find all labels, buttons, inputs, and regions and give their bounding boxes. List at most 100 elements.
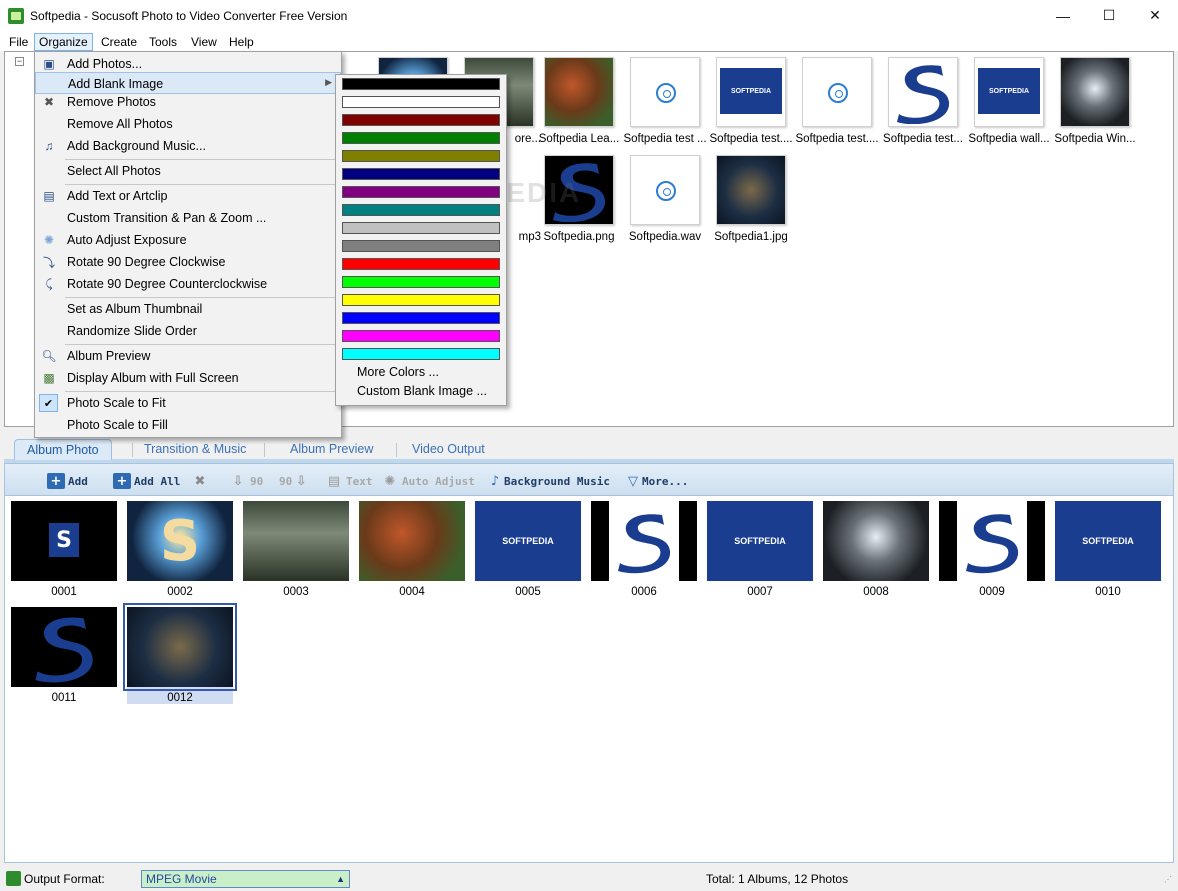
menu-custom-transition[interactable]: Custom Transition & Pan & Zoom ... — [35, 207, 341, 229]
slide-number: 0007 — [747, 586, 773, 598]
color-swatch[interactable] — [342, 96, 500, 108]
menu-add-background-music[interactable]: ♫ Add Background Music... — [35, 135, 341, 157]
color-swatch[interactable] — [342, 294, 500, 306]
menu-rotate-ccw[interactable]: ⤹ Rotate 90 Degree Counterclockwise — [35, 273, 341, 295]
menu-help[interactable]: Help — [224, 33, 259, 51]
status-total: Total: 1 Albums, 12 Photos — [706, 872, 849, 886]
slide-item[interactable]: SOFTPEDIA 0010 — [1055, 501, 1161, 598]
add-photo-icon: ▣ — [43, 57, 55, 71]
menu-select-all-photos[interactable]: Select All Photos — [35, 160, 341, 182]
file-name: Softpedia wall... — [968, 133, 1050, 145]
color-swatch[interactable] — [342, 132, 500, 144]
menu-display-full-screen[interactable]: ▩ Display Album with Full Screen — [35, 367, 341, 389]
remove-icon: ✖ — [43, 95, 55, 109]
s-logo-icon: S — [159, 508, 201, 574]
color-swatch[interactable] — [342, 222, 500, 234]
menu-album-preview[interactable]: 🔍︎ Album Preview — [35, 345, 341, 367]
slide-item[interactable]: 0008 — [823, 501, 929, 598]
dropdown-arrow-icon: ▲ — [336, 874, 345, 884]
file-thumbnail: SOFTPEDIA — [716, 57, 786, 127]
add-button[interactable]: + Add — [47, 471, 88, 491]
color-swatch[interactable] — [342, 168, 500, 180]
tab-album-photo[interactable]: Album Photo — [14, 439, 112, 460]
menu-add-text-artclip[interactable]: ▤ Add Text or Artclip — [35, 185, 341, 207]
file-tile[interactable]: SOFTPEDIA Softpedia wall... — [967, 57, 1051, 145]
tab-separator — [264, 443, 265, 457]
output-format-icon — [6, 871, 21, 886]
rotate-ccw-button[interactable]: ⇩ 90 — [229, 471, 264, 491]
file-tile[interactable]: Softpedia1.jpg — [709, 155, 793, 243]
menu-randomize-slide-order[interactable]: Randomize Slide Order — [35, 320, 341, 342]
text-button[interactable]: ▤ Text — [325, 471, 373, 491]
menu-view[interactable]: View — [186, 33, 222, 51]
music-note-icon: ♫ — [44, 139, 54, 153]
slide-item[interactable]: SOFTPEDIA 0007 — [707, 501, 813, 598]
minimize-button[interactable]: — — [1040, 0, 1086, 31]
menu-remove-photos[interactable]: ✖ Remove Photos — [35, 91, 341, 113]
color-swatch[interactable] — [342, 78, 500, 90]
color-swatch[interactable] — [342, 276, 500, 288]
slide-item[interactable]: S 0001 — [11, 501, 117, 598]
slide-number: 0004 — [399, 586, 425, 598]
color-swatch[interactable] — [342, 258, 500, 270]
tab-video-output[interactable]: Video Output — [400, 439, 497, 460]
menu-remove-all-photos[interactable]: Remove All Photos — [35, 113, 341, 135]
menu-file[interactable]: File — [4, 33, 33, 51]
rotate-ccw-icon: ⤹ — [45, 276, 53, 291]
resize-grip-icon[interactable]: ⋰ — [1164, 875, 1174, 885]
close-button[interactable]: ✕ — [1132, 0, 1178, 31]
menu-photo-scale-fit[interactable]: ✔ Photo Scale to Fit — [35, 392, 341, 414]
maximize-button[interactable]: ☐ — [1086, 0, 1132, 31]
menu-photo-scale-fill[interactable]: Photo Scale to Fill — [35, 414, 341, 436]
window-title: Softpedia - Socusoft Photo to Video Conv… — [30, 9, 348, 23]
file-tile[interactable]: Softpedia test.... — [795, 57, 879, 145]
color-swatch[interactable] — [342, 150, 500, 162]
add-all-button[interactable]: + Add All — [113, 471, 180, 491]
menu-set-album-thumbnail[interactable]: Set as Album Thumbnail — [35, 298, 341, 320]
color-swatch[interactable] — [342, 348, 500, 360]
rotate-cw-button[interactable]: 90 ⇩ — [279, 471, 313, 491]
slide-item[interactable]: 0011 — [11, 607, 117, 704]
more-colors-item[interactable]: More Colors ... — [357, 365, 439, 379]
audio-file-icon — [656, 83, 676, 103]
file-tile[interactable]: Softpedia Lea... — [537, 57, 621, 145]
color-swatch[interactable] — [342, 312, 500, 324]
slide-item-selected[interactable]: 0012 — [123, 603, 237, 704]
slide-item[interactable]: 0006 — [591, 501, 697, 598]
slide-item[interactable]: S 0002 — [127, 501, 233, 598]
slide-item[interactable]: SOFTPEDIA 0005 — [475, 501, 581, 598]
file-tile[interactable]: Softpedia test... — [881, 57, 965, 145]
tab-album-preview[interactable]: Album Preview — [278, 439, 385, 460]
file-tile[interactable]: Softpedia Win... — [1053, 57, 1137, 145]
file-tile[interactable]: SOFTPEDIA Softpedia test.... — [709, 57, 793, 145]
slide-item[interactable]: 0003 — [243, 501, 349, 598]
color-swatch[interactable] — [342, 330, 500, 342]
color-swatch[interactable] — [342, 240, 500, 252]
color-swatch[interactable] — [342, 204, 500, 216]
more-button[interactable]: ▽ More... — [627, 471, 688, 491]
background-music-button[interactable]: ♪ Background Music — [489, 471, 610, 491]
color-swatch[interactable] — [342, 186, 500, 198]
album-slides-pane: S 0001 S 0002 0003 0004 SOFTPEDIA 0005 0… — [4, 495, 1174, 863]
slide-item[interactable]: 0009 — [939, 501, 1045, 598]
slide-thumbnail: SOFTPEDIA — [475, 501, 581, 581]
slide-number: 0005 — [515, 586, 541, 598]
tab-transition-music[interactable]: Transition & Music — [132, 439, 258, 460]
custom-blank-image-item[interactable]: Custom Blank Image ... — [357, 384, 487, 398]
tree-expand-icon[interactable]: − — [15, 57, 24, 66]
file-tile[interactable]: Softpedia test ... — [623, 57, 707, 145]
menu-create[interactable]: Create — [96, 33, 142, 51]
auto-adjust-button[interactable]: ✺ Auto Adjust — [381, 471, 475, 491]
menu-rotate-cw[interactable]: ⤵ Rotate 90 Degree Clockwise — [35, 251, 341, 273]
slide-item[interactable]: 0004 — [359, 501, 465, 598]
menu-item-label: Auto Adjust Exposure — [67, 233, 187, 247]
file-tile[interactable]: Softpedia.wav — [623, 155, 707, 243]
menu-tools[interactable]: Tools — [144, 33, 182, 51]
remove-button[interactable]: ✖ — [191, 471, 212, 491]
menu-auto-adjust-exposure[interactable]: ✺ Auto Adjust Exposure — [35, 229, 341, 251]
menu-organize[interactable]: Organize — [34, 33, 93, 51]
slide-number: 0002 — [167, 586, 193, 598]
color-swatch[interactable] — [342, 114, 500, 126]
s-logo-shape — [618, 514, 671, 574]
output-format-select[interactable]: MPEG Movie ▲ — [141, 870, 350, 888]
